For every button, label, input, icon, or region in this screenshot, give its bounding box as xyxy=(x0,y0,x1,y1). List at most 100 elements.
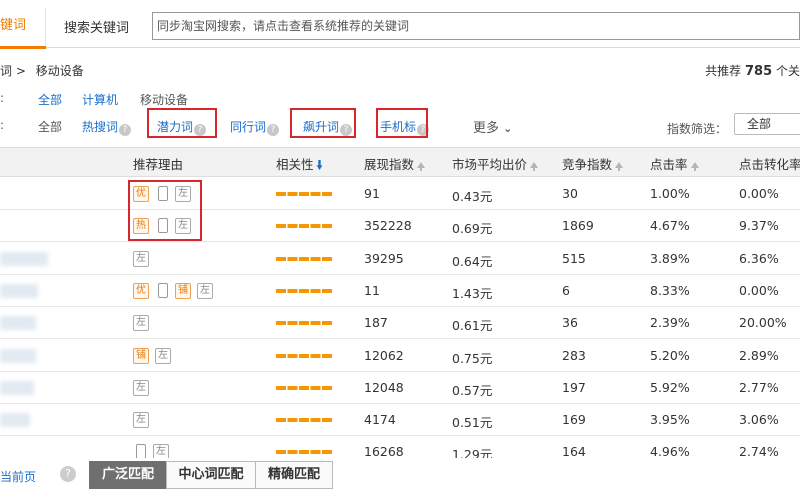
table-header: 推荐理由 相关性 🠛 展现指数 市场平均出价 竞争指数 点击率 点击转化率 xyxy=(0,147,800,177)
relevance-bar xyxy=(276,192,332,196)
cell-impressions: 187 xyxy=(364,315,388,331)
relevance-bar xyxy=(276,450,332,455)
highlight-box xyxy=(376,108,428,138)
table-row[interactable]: 左 39295 0.64元 515 3.89% 6.36% xyxy=(0,243,800,275)
index-filter-value: 全部 xyxy=(747,117,772,131)
header-relevance[interactable]: 相关性 🠛 xyxy=(276,154,323,177)
cell-cvr: 2.77% xyxy=(739,379,779,395)
total-recommendations: 共推荐 785 个关 xyxy=(705,62,800,79)
chevron-down-icon: ⌄ xyxy=(503,122,513,135)
header-competition[interactable]: 竞争指数 xyxy=(562,154,624,173)
header-impressions-label: 展现指数 xyxy=(364,157,415,172)
type-row-colon: : xyxy=(0,118,5,132)
tab-keywords[interactable]: 键词 xyxy=(0,8,46,49)
cell-avg-bid: 0.51元 xyxy=(452,415,493,431)
cell-ctr: 5.92% xyxy=(650,379,690,395)
cell-impressions: 91 xyxy=(364,186,380,201)
match-broad-button[interactable]: 广泛匹配 xyxy=(89,461,167,489)
shop-badge: 铺 xyxy=(133,347,149,364)
total-suffix: 个关 xyxy=(775,64,800,78)
cell-impressions: 4174 xyxy=(364,412,396,428)
cell-cvr: 9.37% xyxy=(739,218,779,234)
left-badge: 左 xyxy=(133,412,149,429)
cell-cvr: 2.89% xyxy=(739,347,779,363)
header-avg-bid-label: 市场平均出价 xyxy=(452,157,528,172)
cell-avg-bid: 0.64元 xyxy=(452,253,493,269)
index-filter-label: 指数筛选： xyxy=(667,122,728,136)
cell-impressions: 12048 xyxy=(364,379,404,395)
table-row[interactable]: 左 4174 0.51元 169 3.95% 3.06% xyxy=(0,404,800,437)
current-page-link[interactable]: 当前页 xyxy=(0,468,36,485)
table-row[interactable]: 铺左 12062 0.75元 283 5.20% 2.89% xyxy=(0,340,800,372)
table-row[interactable]: 左 12048 0.57元 197 5.92% 2.77% xyxy=(0,372,800,404)
header-ctr-label: 点击率 xyxy=(650,157,688,172)
header-ctr[interactable]: 点击率 xyxy=(650,154,699,173)
type-peer[interactable]: 同行词? xyxy=(230,118,280,136)
header-cvr-label: 点击转化率 xyxy=(739,157,800,172)
table-row[interactable]: 热左 352228 0.69元 1869 4.67% 9.37% xyxy=(0,210,800,243)
relevance-bar xyxy=(276,353,332,358)
relevance-bar xyxy=(276,385,332,390)
index-filter-select[interactable]: 全部 xyxy=(734,113,800,135)
table-row[interactable]: 左 187 0.61元 36 2.39% 20.00% xyxy=(0,307,800,340)
search-input[interactable] xyxy=(153,13,799,39)
header-relevance-label: 相关性 xyxy=(276,157,314,172)
keyword-cell-blurred xyxy=(0,380,34,395)
table-row[interactable]: 优左 91 0.43元 30 1.00% 0.00% xyxy=(0,178,800,210)
breadcrumb: 词 > 移动设备 xyxy=(0,62,90,79)
header-cvr[interactable]: 点击转化率 xyxy=(739,154,800,173)
sort-asc-icon xyxy=(615,162,624,171)
sort-asc-icon xyxy=(417,162,426,171)
header-avg-bid[interactable]: 市场平均出价 xyxy=(452,154,539,173)
help-icon[interactable]: ? xyxy=(60,466,76,482)
cell-avg-bid: 0.57元 xyxy=(452,382,493,398)
more-label: 更多 xyxy=(473,121,500,136)
quality-badge: 优 xyxy=(133,282,149,299)
category-mobile[interactable]: 移动设备 xyxy=(140,91,188,108)
search-box[interactable] xyxy=(152,12,800,40)
help-icon[interactable]: ? xyxy=(267,124,280,136)
cell-competition: 36 xyxy=(562,315,578,331)
header-reason: 推荐理由 xyxy=(133,157,184,172)
cell-avg-bid: 0.61元 xyxy=(452,318,493,334)
type-all[interactable]: 全部 xyxy=(38,118,62,135)
table-row[interactable]: 优 铺左 11 1.43元 6 8.33% 0.00% xyxy=(0,275,800,307)
sort-asc-icon xyxy=(690,162,699,171)
cell-ctr: 3.89% xyxy=(650,250,690,266)
keyword-cell-blurred xyxy=(0,283,38,298)
cell-impressions: 11 xyxy=(364,282,380,298)
match-exact-button[interactable]: 精确匹配 xyxy=(255,461,333,489)
cell-impressions: 12062 xyxy=(364,347,404,363)
highlight-box xyxy=(128,180,202,241)
left-badge: 左 xyxy=(155,347,171,364)
sort-desc-icon: 🠛 xyxy=(316,158,323,172)
relevance-bar xyxy=(276,288,332,293)
cell-competition: 515 xyxy=(562,250,586,266)
category-computer[interactable]: 计算机 xyxy=(82,91,118,108)
cell-cvr: 20.00% xyxy=(739,315,787,331)
cell-competition: 1869 xyxy=(562,218,594,234)
left-badge: 左 xyxy=(133,315,149,332)
header-competition-label: 竞争指数 xyxy=(562,157,613,172)
cell-ctr: 2.39% xyxy=(650,315,690,331)
help-icon[interactable]: ? xyxy=(119,124,132,136)
type-hot-search[interactable]: 热搜词? xyxy=(82,118,132,136)
cell-cvr: 0.00% xyxy=(739,186,779,201)
highlight-box xyxy=(147,108,217,138)
category-all[interactable]: 全部 xyxy=(38,91,62,108)
highlight-box xyxy=(290,108,356,138)
cell-competition: 30 xyxy=(562,186,578,201)
active-tab-indicator xyxy=(0,46,46,49)
breadcrumb-current: 移动设备 xyxy=(35,64,84,78)
total-count: 785 xyxy=(745,64,773,79)
cell-avg-bid: 1.43元 xyxy=(452,285,493,301)
type-peer-label: 同行词 xyxy=(230,120,267,134)
cell-avg-bid: 0.69元 xyxy=(452,221,493,237)
relevance-bar xyxy=(276,418,332,423)
match-center-button[interactable]: 中心词匹配 xyxy=(166,461,256,489)
top-bar: 键词 搜索关键词 xyxy=(0,0,800,49)
breadcrumb-parent[interactable]: 词 > xyxy=(0,64,26,78)
cell-ctr: 3.95% xyxy=(650,412,690,428)
more-toggle[interactable]: 更多 ⌄ xyxy=(473,117,512,136)
header-impressions[interactable]: 展现指数 xyxy=(364,154,426,173)
